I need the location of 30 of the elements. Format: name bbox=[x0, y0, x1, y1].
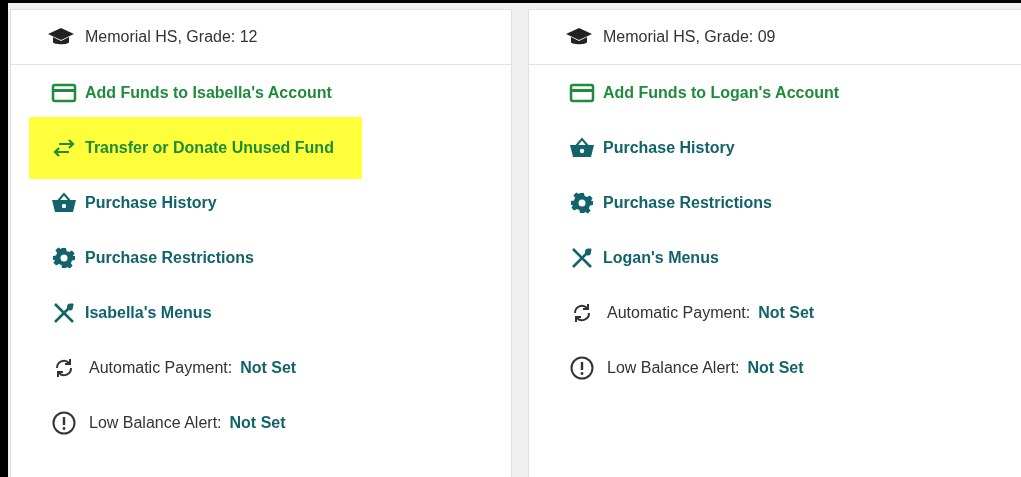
gear-icon bbox=[51, 246, 77, 269]
setting-label: Low Balance Alert: bbox=[607, 357, 740, 378]
setting-label: Low Balance Alert: bbox=[89, 412, 222, 433]
school-grade-text: Memorial HS, Grade: 09 bbox=[603, 27, 776, 47]
basket-icon bbox=[569, 136, 595, 159]
basket-icon bbox=[51, 191, 77, 214]
action-link[interactable]: Purchase History bbox=[85, 190, 217, 215]
action-link[interactable]: Purchase Restrictions bbox=[85, 245, 254, 270]
action-link[interactable]: Isabella's Menus bbox=[85, 300, 212, 325]
setting-label: Automatic Payment: bbox=[89, 357, 233, 378]
action-link[interactable]: Logan's Menus bbox=[603, 245, 719, 270]
setting-value-link[interactable]: Not Set bbox=[229, 410, 286, 435]
setting-value-link[interactable]: Not Set bbox=[758, 300, 815, 325]
setting-value-link[interactable]: Not Set bbox=[240, 355, 297, 380]
credit-card-icon bbox=[51, 81, 77, 104]
setting-label: Automatic Payment: bbox=[607, 302, 751, 323]
gear-icon bbox=[569, 191, 595, 214]
action-link[interactable]: Add Funds to Logan's Account bbox=[603, 80, 840, 105]
action-link[interactable]: Transfer or Donate Unused Fund bbox=[85, 135, 334, 160]
alert-icon bbox=[569, 355, 595, 380]
setting-value-link[interactable]: Not Set bbox=[747, 355, 804, 380]
action-link[interactable]: Purchase History bbox=[603, 135, 735, 160]
credit-card-icon bbox=[569, 81, 595, 104]
school-grade-text: Memorial HS, Grade: 12 bbox=[85, 27, 258, 47]
swap-arrows-icon bbox=[51, 136, 77, 159]
fork-and-spoon-icon bbox=[51, 301, 77, 324]
action-link[interactable]: Add Funds to Isabella's Account bbox=[85, 80, 332, 105]
alert-icon bbox=[51, 410, 77, 435]
action-link[interactable]: Purchase Restrictions bbox=[603, 190, 772, 215]
fork-and-spoon-icon bbox=[569, 246, 595, 269]
